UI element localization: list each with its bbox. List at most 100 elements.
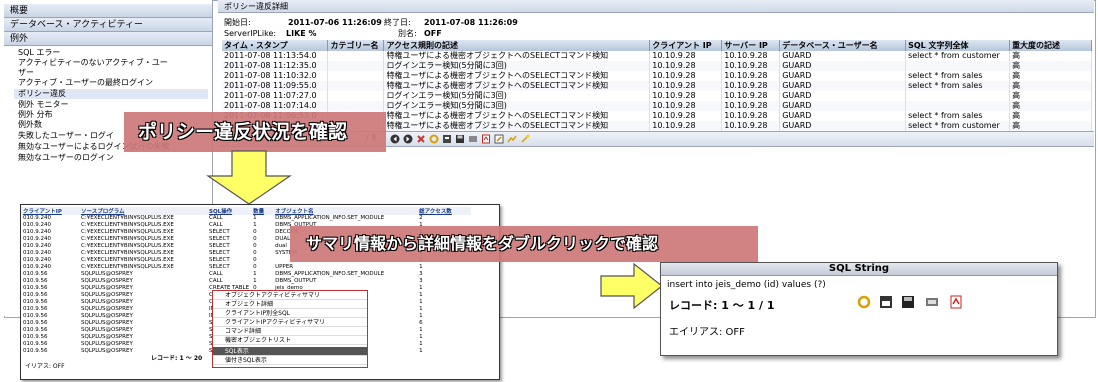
summary-header-row: クライアントIP ソースプログラム SQL操作 数量 オブジェクト名 総アクセス… [21,207,472,215]
summary-row[interactable]: 010.9.56 SQLPLUS@OSPREY CALL 1 DBMS_OUTPUT 3 [21,278,471,285]
sidebar-item-last-login[interactable]: アクティブ・ユーザーの最終ログイン [18,78,208,88]
table-row[interactable]: 2011-07-08 11:09:55.0 特権ユーザによる機密オブジェクトへのS… [222,81,1092,91]
summary-cell: SELECT [209,264,230,270]
summary-cell: 010.9.56 [23,327,48,333]
sidebar-item-inactive-users[interactable]: アクティビティーのないアクティブ・ユー [18,58,208,68]
summary-cell: 1 [419,292,423,298]
csv-icon[interactable] [468,134,478,144]
next-page-icon[interactable] [403,134,413,144]
export-icon[interactable] [442,134,452,144]
refresh-icon[interactable] [857,295,871,309]
pdf-icon[interactable] [481,134,491,144]
col-sql[interactable]: SQL 文字列全体 [905,40,1011,51]
summary-cell: 0 [253,236,257,242]
table-cell [327,91,385,101]
summary-row[interactable]: 010.9.240 C:¥EXECLIENT¥BIN¥SQLPLUS.EXE CAL… [21,215,471,222]
sidebar-section-db-activity[interactable]: データベース・アクティビティー [4,18,212,32]
sidebar-section-exceptions[interactable]: 例外 [4,32,212,46]
col-server-ip[interactable]: サーバー IP [721,40,781,51]
table-row[interactable]: 2011-07-08 11:10:32.0 特権ユーザによる機密オブジェクトへのS… [222,71,1092,81]
table-cell: 高 [1009,51,1092,61]
summary-col-total[interactable]: 総アクセス数 [417,207,472,215]
ctx-object-activity-summary[interactable]: オブジェクトアクティビティサマリ [213,291,367,300]
ctx-client-ip-activity[interactable]: クライアントIPアクティビティサマリ [213,318,367,327]
start-label: 開始日: [224,18,251,27]
summary-cell: 2 [419,215,423,221]
ctx-show-sql-values[interactable]: 値付きSQL表示 [213,356,367,365]
sql-popup-title: SQL String [661,263,1057,276]
table-row[interactable]: 2011-07-08 11:07:14.0 ログインエラー検知(5分間に3回) 10… [222,101,1092,111]
wizard-icon[interactable] [520,134,530,144]
summary-cell: 010.9.240 [23,264,51,270]
table-row[interactable]: 2011-07-08 11:13:54.0 特権ユーザによる機密オブジェクトへのS… [222,51,1092,61]
ctx-client-ip-all-sql[interactable]: クライアントIP別全SQL [213,309,367,318]
callout-top-text: ポリシー違反状況を確認 [138,121,348,143]
csv-icon[interactable] [925,295,939,309]
table-cell: 10.10.9.28 [721,61,781,71]
close-icon[interactable] [416,134,426,144]
table-cell: ログインエラー検知(5分間に3回) [383,91,651,101]
sidebar-item-sql-error[interactable]: SQL エラー [18,48,208,58]
sidebar-item-exception-monitor[interactable]: 例外 モニター [18,100,208,110]
table-cell [327,61,385,71]
table-cell: 10.10.9.28 [649,101,723,111]
summary-cell: 010.9.56 [23,313,48,319]
pdf-icon[interactable] [949,295,963,309]
table-cell: 10.10.9.28 [721,121,781,131]
summary-cell: 010.9.56 [23,341,48,347]
table-row[interactable]: 2011-07-08 11:12:35.0 ログインエラー検知(5分間に3回) 10… [222,61,1092,71]
ctx-object-detail[interactable]: オブジェクト詳細 [213,300,367,309]
save-icon[interactable] [455,134,465,144]
sidebar-item-invalid-user-login[interactable]: 無効なユーザーのログイン [18,153,208,163]
summary-cell: CALL [209,278,223,284]
summary-row[interactable]: 010.9.240 C:¥EXECLIENT¥BIN¥SQLPLUS.EXE SEL… [21,264,471,271]
ctx-command-detail[interactable]: コマンド詳細 [213,327,367,336]
table-cell: 2011-07-08 11:07:27.0 [222,91,329,101]
summary-col-object[interactable]: オブジェクト名 [273,207,418,215]
summary-col-count[interactable]: 数量 [251,207,274,215]
table-header-row: タイム・スタンプ カテゴリー名 アクセス規則の記述 クライアント IP サーバー… [222,40,1092,51]
summary-cell: SELECT [209,236,230,242]
summary-cell: C:¥EXECLIENT¥BIN¥SQLPLUS.EXE [81,257,174,263]
summary-cell: 1 [253,215,257,221]
summary-row[interactable]: 010.9.56 SQLPLUS@OSPREY CALL 1 DBMS_APPLICAT… [21,271,471,278]
summary-cell: C:¥EXECLIENT¥BIN¥SQLPLUS.EXE [81,229,174,235]
refresh-icon[interactable] [429,134,439,144]
table-cell: select * from customer [905,121,1011,131]
col-timestamp[interactable]: タイム・スタンプ [222,40,329,51]
summary-cell: 010.9.56 [23,285,48,291]
summary-col-source[interactable]: ソースプログラム [79,207,207,215]
table-row[interactable]: 2011-07-08 11:07:27.0 ログインエラー検知(5分間に3回) 10… [222,91,1092,101]
save-icon[interactable] [901,295,915,309]
table-cell: 10.10.9.28 [649,71,723,81]
col-client-ip[interactable]: クライアント IP [649,40,723,51]
table-cell: 特権ユーザによる機密オブジェクトへのSELECTコマンド検知 [383,51,651,61]
col-severity[interactable]: 重大度の記述 [1009,40,1092,51]
ctx-show-sql[interactable]: SQL表示 [213,347,367,356]
col-db-user[interactable]: データベース・ユーザー名 [779,40,907,51]
edit-icon[interactable] [494,134,504,144]
sidebar-section-overview[interactable]: 概要 [4,4,212,18]
summary-cell: UPPER [275,264,294,270]
col-access-rule[interactable]: アクセス規則の記述 [383,40,651,51]
table-cell [327,71,385,81]
summary-cell: DBMS_APPLICATION_INFO.SET_MODULE [275,215,385,221]
table-cell [905,101,1011,111]
summary-col-client-ip[interactable]: クライアントIP [21,207,79,215]
ctx-sensitive-objects[interactable]: 機密オブジェクトリスト [213,336,367,345]
first-page-icon[interactable] [390,134,400,144]
summary-cell: 1 [419,327,423,333]
sidebar-item-policy-violation[interactable]: ポリシー違反 [14,89,208,99]
summary-cell: 1 [419,341,423,347]
col-category[interactable]: カテゴリー名 [327,40,385,51]
summary-cell: 010.9.240 [23,229,51,235]
table-cell: GUARD [779,101,907,111]
chart-icon[interactable] [507,134,517,144]
summary-col-sql-op[interactable]: SQL操作 [207,207,252,215]
summary-cell: 1 [419,306,423,312]
table-cell: 10.10.9.28 [721,81,781,91]
sidebar-item-inactive-users-cont[interactable]: ザー [18,68,208,78]
export-icon[interactable] [879,295,893,309]
summary-cell: SQLPLUS@OSPREY [81,271,133,277]
summary-alias: イリアス: OFF [25,363,65,370]
